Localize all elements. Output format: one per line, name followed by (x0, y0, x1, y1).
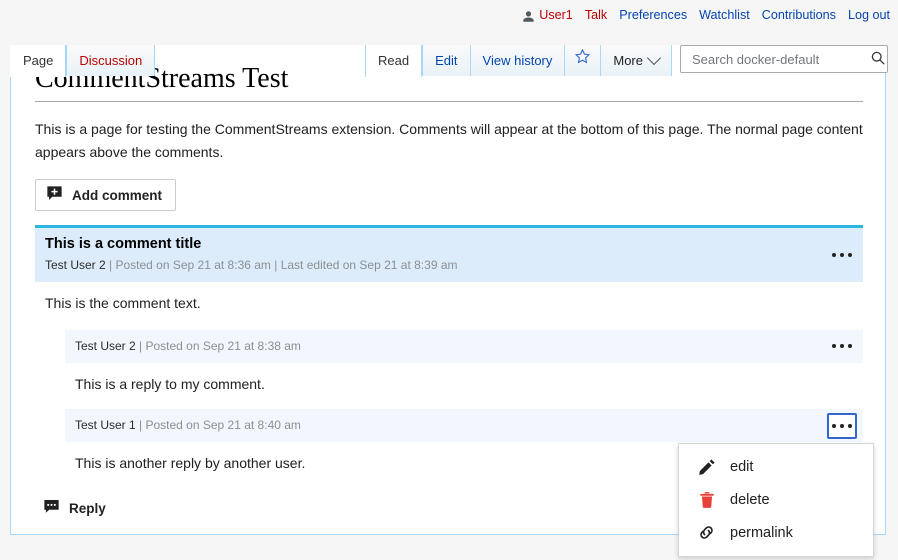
tab-discussion[interactable]: Discussion (66, 45, 155, 76)
trash-icon (697, 490, 716, 509)
reply-menu-button-active[interactable] (827, 413, 857, 439)
tab-view-history[interactable]: View history (470, 45, 565, 76)
ellipsis-icon (848, 424, 852, 428)
add-comment-button[interactable]: Add comment (35, 179, 176, 211)
view-tabs: Read Edit View history More (365, 45, 672, 77)
comment-meta: Test User 2 | Posted on Sep 21 at 8:36 a… (45, 257, 853, 274)
personal-link-talk[interactable]: Talk (585, 9, 607, 22)
comment-author: Test User 2 (45, 258, 106, 272)
menu-item-permalink[interactable]: permalink (679, 516, 873, 549)
reply-author: Test User 1 (75, 418, 136, 432)
menu-item-edit-label: edit (730, 459, 753, 475)
tab-page[interactable]: Page (10, 45, 66, 77)
reply-button-label: Reply (69, 501, 106, 516)
more-menu-label: More (613, 45, 643, 76)
reply-timestamp: | Posted on Sep 21 at 8:38 am (136, 339, 301, 353)
search-box[interactable] (680, 45, 888, 73)
comment-dots-icon (43, 498, 60, 518)
namespace-tabs: Page Discussion (10, 45, 155, 77)
menu-item-permalink-label: permalink (730, 525, 793, 541)
personal-link-preferences[interactable]: Preferences (619, 9, 687, 22)
reply-header: Test User 2 | Posted on Sep 21 at 8:38 a… (65, 330, 863, 363)
search-input[interactable] (690, 51, 870, 68)
reply-body-text: This is a reply to my comment. (65, 363, 863, 399)
personal-link-contributions[interactable]: Contributions (762, 9, 836, 22)
comment-title: This is a comment title (45, 235, 853, 255)
ellipsis-icon (832, 424, 836, 428)
personal-link-watchlist[interactable]: Watchlist (699, 9, 750, 22)
ellipsis-icon (840, 424, 844, 428)
reply-timestamp: | Posted on Sep 21 at 8:40 am (136, 418, 301, 432)
reply-menu-button[interactable] (827, 333, 857, 359)
menu-item-edit[interactable]: edit (679, 450, 873, 483)
reply-author: Test User 2 (75, 339, 136, 353)
ellipsis-icon (848, 253, 852, 257)
ellipsis-icon (832, 253, 836, 257)
chevron-down-icon (647, 50, 661, 64)
tab-edit[interactable]: Edit (422, 45, 469, 76)
ellipsis-icon (840, 253, 844, 257)
comment-plus-icon (46, 185, 63, 205)
page-intro-paragraph: This is a page for testing the CommentSt… (35, 118, 863, 163)
reply-meta: Test User 2 | Posted on Sep 21 at 8:38 a… (75, 338, 853, 355)
comment-header: This is a comment title Test User 2 | Po… (35, 228, 863, 281)
star-outline-icon (574, 45, 591, 76)
reply-header: Test User 1 | Posted on Sep 21 at 8:40 a… (65, 409, 863, 442)
tab-read[interactable]: Read (365, 45, 422, 77)
comment-actions-dropdown: edit delete permalink (678, 443, 874, 557)
link-icon (697, 523, 716, 542)
ellipsis-icon (832, 344, 836, 348)
reply-meta: Test User 1 | Posted on Sep 21 at 8:40 a… (75, 417, 853, 434)
comment-timestamps: | Posted on Sep 21 at 8:36 am | Last edi… (106, 258, 458, 272)
search-icon[interactable] (870, 50, 886, 69)
more-menu-button[interactable]: More (600, 45, 672, 76)
pencil-icon (697, 457, 716, 476)
ellipsis-icon (848, 344, 852, 348)
personal-link-user1[interactable]: User1 (522, 9, 573, 22)
watch-star-button[interactable] (564, 45, 600, 76)
menu-item-delete[interactable]: delete (679, 483, 873, 516)
ellipsis-icon (840, 344, 844, 348)
menu-item-delete-label: delete (730, 492, 770, 508)
personal-tools-bar: User1 Talk Preferences Watchlist Contrib… (522, 0, 890, 31)
comment-body-text: This is the comment text. (35, 282, 863, 318)
reply-item: Test User 2 | Posted on Sep 21 at 8:38 a… (65, 330, 863, 399)
user-avatar-icon (522, 10, 535, 23)
personal-link-logout[interactable]: Log out (848, 9, 890, 22)
personal-link-user1-label: User1 (539, 9, 573, 22)
add-comment-button-label: Add comment (72, 188, 162, 203)
search-form (680, 45, 888, 73)
comment-menu-button[interactable] (827, 242, 857, 268)
reply-button[interactable]: Reply (41, 494, 108, 522)
